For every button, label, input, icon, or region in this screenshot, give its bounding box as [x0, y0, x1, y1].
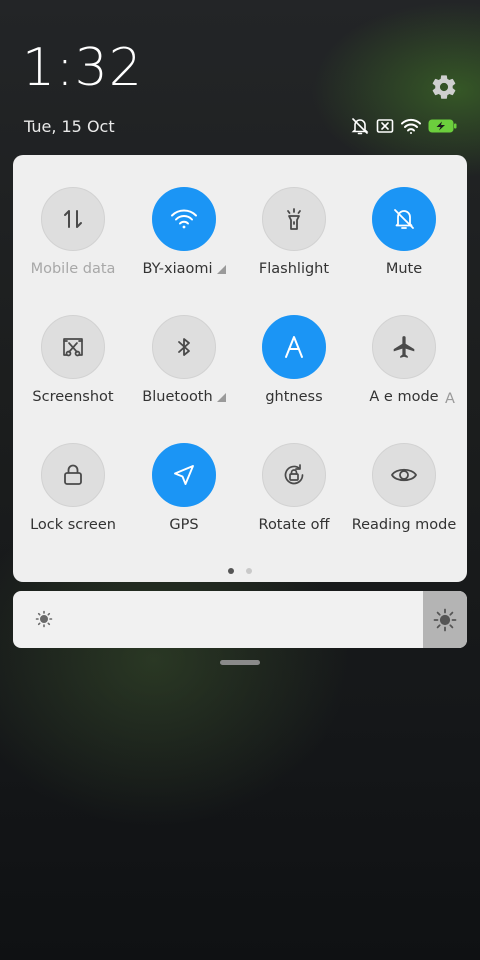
rotate-button[interactable] — [262, 443, 326, 507]
brightness-slider[interactable] — [13, 591, 467, 648]
auto-brightness-button[interactable] — [262, 315, 326, 379]
wifi-icon — [400, 117, 422, 135]
airplane-mode-button[interactable] — [372, 315, 436, 379]
eye-icon — [391, 468, 417, 482]
expand-arrow-icon[interactable] — [216, 392, 226, 402]
quick-settings-panel: Mobile data BY-xiaomi Flashlight Mute Sc… — [13, 155, 467, 582]
lock-icon — [64, 464, 82, 485]
tile-gps[interactable]: GPS — [129, 443, 239, 553]
sim-off-icon — [376, 118, 394, 134]
tile-screenshot[interactable]: Screenshot — [18, 315, 128, 425]
tile-label: Mobile data — [30, 261, 116, 277]
page-dot-1[interactable] — [228, 568, 234, 574]
gps-icon — [174, 465, 194, 485]
page-dot-2[interactable] — [246, 568, 252, 574]
overflow-letter: A — [445, 391, 455, 407]
screenshot-button[interactable] — [41, 315, 105, 379]
flashlight-icon — [287, 208, 301, 230]
wifi-icon — [171, 209, 197, 229]
screenshot-icon — [63, 338, 83, 357]
bell-off-icon — [394, 209, 414, 229]
tile-label: GPS — [169, 517, 199, 533]
tile-auto-brightness[interactable]: ghtness — [239, 315, 349, 425]
tile-lock-screen[interactable]: Lock screen — [18, 443, 128, 553]
brightness-high-icon — [432, 607, 458, 637]
tile-label: Mute — [385, 261, 423, 277]
mobile-data-icon — [64, 210, 82, 228]
expand-arrow-icon[interactable] — [216, 264, 226, 274]
status-icons — [350, 116, 458, 136]
reading-mode-button[interactable] — [372, 443, 436, 507]
battery-charging-icon — [428, 118, 458, 134]
auto-brightness-icon — [285, 336, 303, 358]
tile-label: Screenshot — [32, 389, 114, 405]
tile-reading-mode[interactable]: Reading mode — [349, 443, 459, 553]
tile-mobile-data[interactable]: Mobile data — [18, 187, 128, 297]
brightness-low-icon — [34, 609, 54, 633]
tile-label: BY-xiaomi — [142, 261, 226, 277]
bluetooth-icon — [178, 338, 190, 356]
mute-button[interactable] — [372, 187, 436, 251]
airplane-icon — [393, 336, 415, 358]
tile-wifi[interactable]: BY-xiaomi — [129, 187, 239, 297]
tile-label: Lock screen — [30, 517, 116, 533]
lock-screen-button[interactable] — [41, 443, 105, 507]
alarm-off-icon — [350, 116, 370, 136]
tile-bluetooth[interactable]: Bluetooth — [129, 315, 239, 425]
flashlight-button[interactable] — [262, 187, 326, 251]
drag-handle[interactable] — [220, 660, 260, 665]
gps-button[interactable] — [152, 443, 216, 507]
tile-label: Rotate off — [258, 517, 330, 533]
tile-rotate[interactable]: Rotate off — [239, 443, 349, 553]
tile-label: Reading mode — [351, 517, 457, 533]
tile-flashlight[interactable]: Flashlight — [239, 187, 349, 297]
settings-gear-icon[interactable] — [430, 73, 458, 101]
page-indicator — [13, 568, 467, 574]
tile-label: Flashlight — [258, 261, 330, 277]
clock[interactable]: 1:32 — [22, 42, 143, 94]
status-area: 1:32 Tue, 15 Oct — [0, 0, 480, 150]
date[interactable]: Tue, 15 Oct — [24, 117, 115, 136]
tile-label: ghtness — [265, 389, 323, 405]
tile-mute[interactable]: Mute — [349, 187, 459, 297]
rotate-lock-icon — [284, 464, 304, 485]
bluetooth-button[interactable] — [152, 315, 216, 379]
tile-label: Bluetooth — [142, 389, 226, 405]
mobile-data-button[interactable] — [41, 187, 105, 251]
wifi-button[interactable] — [152, 187, 216, 251]
tile-airplane-mode[interactable]: A e mode — [349, 315, 459, 425]
tile-label: A e mode — [369, 389, 439, 405]
